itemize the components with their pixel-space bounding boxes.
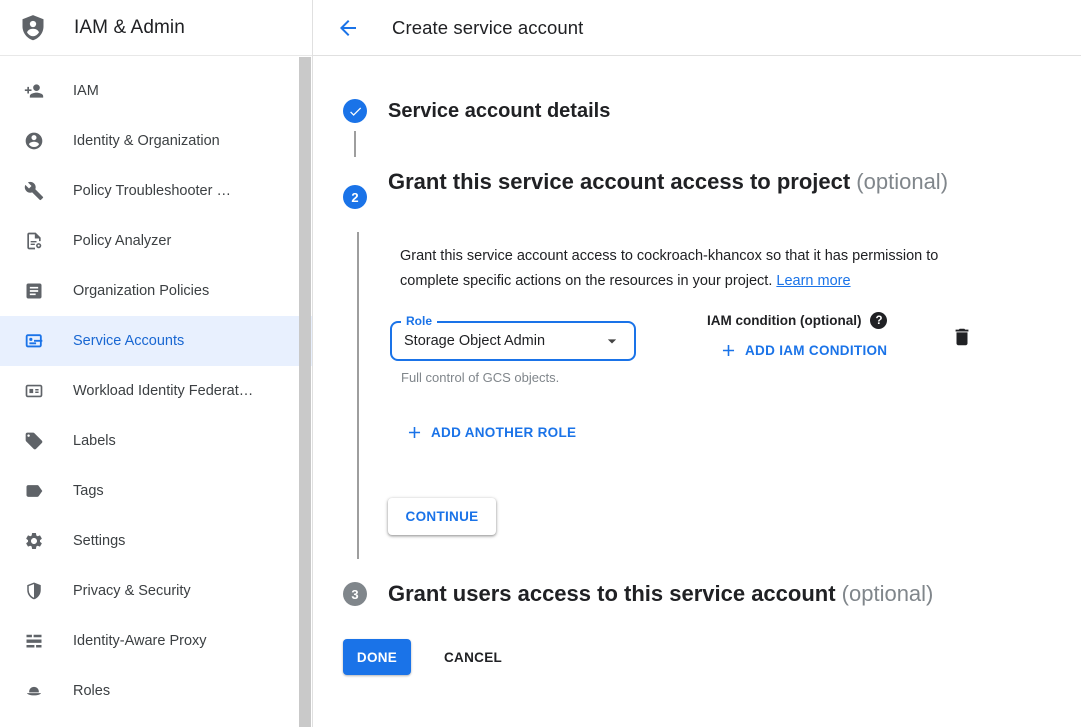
sidebar-item-label: IAM: [73, 83, 99, 99]
add-iam-condition-button[interactable]: ADD IAM CONDITION: [719, 341, 887, 360]
plus-icon: [405, 423, 424, 442]
step2-optional-label: (optional): [850, 169, 948, 194]
plus-icon: [719, 341, 738, 360]
sidebar-item-label: Roles: [73, 683, 110, 699]
sidebar-item-label: Tags: [73, 483, 104, 499]
role-helper-text: Full control of GCS objects.: [401, 370, 559, 385]
dropdown-caret-icon: [602, 331, 622, 351]
continue-button[interactable]: CONTINUE: [388, 498, 496, 535]
step-connector-line: [354, 131, 356, 157]
sidebar-scrollbar[interactable]: [299, 57, 311, 727]
add-another-role-label: ADD ANOTHER ROLE: [431, 425, 576, 440]
back-button[interactable]: [336, 16, 360, 40]
identity-person-icon: [24, 131, 44, 151]
sidebar-item-iam[interactable]: IAM: [0, 66, 312, 116]
step3-number-circle: 3: [343, 582, 367, 606]
wizard-body: Service account details 2 Grant this ser…: [313, 56, 1081, 727]
iam-condition-block: IAM condition (optional) ? ADD IAM CONDI…: [707, 312, 887, 360]
sidebar-item-roles[interactable]: Roles: [0, 666, 312, 716]
sidebar-item-labels[interactable]: Labels: [0, 416, 312, 466]
step3-optional-label: (optional): [836, 581, 934, 606]
role-dropdown[interactable]: Role Storage Object Admin: [390, 321, 636, 361]
sidebar-item-label: Policy Analyzer: [73, 233, 171, 249]
role-selected-value: Storage Object Admin: [404, 333, 602, 349]
step1-check-circle-icon: [343, 99, 367, 123]
add-another-role-button[interactable]: ADD ANOTHER ROLE: [405, 423, 576, 442]
sidebar-item-organization-policies[interactable]: Organization Policies: [0, 266, 312, 316]
sidebar-item-label: Settings: [73, 533, 125, 549]
sidebar-item-service-accounts[interactable]: Service Accounts: [0, 316, 312, 366]
check-icon: [348, 104, 363, 119]
iam-admin-shield-icon: [19, 14, 47, 42]
add-iam-condition-label: ADD IAM CONDITION: [745, 343, 887, 358]
page-header: Create service account: [313, 0, 1081, 56]
step2-vertical-rule: [357, 232, 359, 559]
wrench-icon: [24, 181, 44, 201]
sidebar-item-identity-organization[interactable]: Identity & Organization: [0, 116, 312, 166]
trash-icon: [951, 326, 973, 348]
sidebar-item-label: Privacy & Security: [73, 583, 191, 599]
sidebar-item-privacy-security[interactable]: Privacy & Security: [0, 566, 312, 616]
sidebar-item-workload-identity-federation[interactable]: Workload Identity Federat…: [0, 366, 312, 416]
proxy-icon: [24, 631, 44, 651]
sidebar-item-label: Identity & Organization: [73, 133, 220, 149]
document-gear-icon: [24, 231, 44, 251]
main-panel: Create service account Service account d…: [313, 0, 1081, 727]
sidebar-item-label: Policy Troubleshooter …: [73, 183, 231, 199]
done-button[interactable]: DONE: [343, 639, 411, 675]
sidebar-item-label: Identity-Aware Proxy: [73, 633, 207, 649]
sidebar-title: IAM & Admin: [74, 17, 185, 39]
sidebar-item-label: Labels: [73, 433, 116, 449]
step1-row: Service account details: [343, 99, 610, 123]
document-lines-icon: [24, 281, 44, 301]
cancel-button[interactable]: CANCEL: [444, 650, 502, 665]
person-add-icon: [24, 81, 44, 101]
step2-description: Grant this service account access to coc…: [400, 244, 992, 294]
delete-role-button[interactable]: [951, 326, 973, 348]
sidebar: IAM & Admin IAM Identity & Organization …: [0, 0, 313, 727]
iam-condition-label: IAM condition (optional): [707, 313, 861, 328]
gear-icon: [24, 531, 44, 551]
sidebar-item-tags[interactable]: Tags: [0, 466, 312, 516]
service-account-icon: [24, 331, 44, 351]
learn-more-link[interactable]: Learn more: [776, 273, 850, 289]
sidebar-header: IAM & Admin: [0, 0, 312, 56]
form-actions: DONE CANCEL: [343, 639, 502, 675]
label-tag-icon: [24, 431, 44, 451]
arrow-back-icon: [336, 16, 360, 40]
sidebar-nav: IAM Identity & Organization Policy Troub…: [0, 56, 312, 716]
help-icon[interactable]: ?: [870, 312, 887, 329]
sidebar-item-policy-troubleshooter[interactable]: Policy Troubleshooter …: [0, 166, 312, 216]
sidebar-item-identity-aware-proxy[interactable]: Identity-Aware Proxy: [0, 616, 312, 666]
shield-icon: [24, 581, 44, 601]
iam-condition-label-row: IAM condition (optional) ?: [707, 312, 887, 329]
step2-heading: Grant this service account access to pro…: [388, 166, 968, 198]
sidebar-item-policy-analyzer[interactable]: Policy Analyzer: [0, 216, 312, 266]
step2-title: Grant this service account access to pro…: [388, 169, 850, 194]
step3-heading: Grant users access to this service accou…: [388, 581, 933, 607]
sidebar-item-label: Workload Identity Federat…: [73, 383, 253, 399]
hat-icon: [24, 681, 44, 701]
role-field-label: Role: [401, 314, 437, 328]
tag-icon: [24, 481, 44, 501]
id-card-icon: [24, 381, 44, 401]
step2-description-text: Grant this service account access to coc…: [400, 248, 938, 289]
sidebar-item-settings[interactable]: Settings: [0, 516, 312, 566]
step2-number-circle: 2: [343, 185, 367, 209]
sidebar-item-label: Service Accounts: [73, 333, 184, 349]
sidebar-item-label: Organization Policies: [73, 283, 209, 299]
page-title: Create service account: [392, 17, 583, 39]
step1-title: Service account details: [388, 100, 610, 123]
step3-title: Grant users access to this service accou…: [388, 581, 836, 606]
step3-row: 3 Grant users access to this service acc…: [343, 581, 933, 607]
